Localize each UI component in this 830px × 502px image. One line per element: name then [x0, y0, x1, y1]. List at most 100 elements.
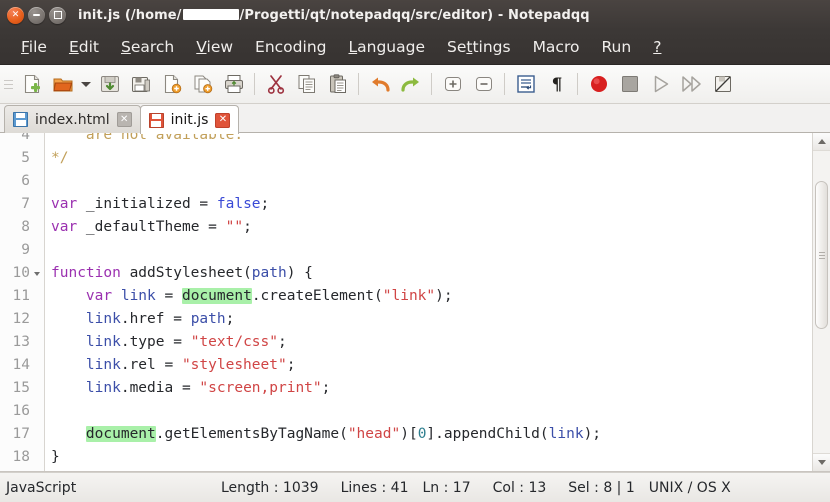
tab-close-button[interactable]: ✕ [116, 112, 132, 127]
line-number: 12 [12, 311, 30, 327]
tab-init-js[interactable]: init.js ✕ [139, 105, 240, 134]
tab-label: init.js [170, 112, 209, 128]
macro-play-button[interactable] [645, 69, 676, 99]
scrollbar-track[interactable] [813, 151, 830, 453]
save-macro-icon [714, 76, 731, 92]
record-circle-icon [590, 76, 607, 92]
code-line: link.type = "text/css"; [51, 334, 287, 350]
menu-encoding[interactable]: Encoding [244, 35, 337, 59]
chevron-down-icon [81, 81, 91, 87]
save-button[interactable] [94, 69, 125, 99]
tab-close-button[interactable]: ✕ [215, 112, 231, 128]
status-sel-label: Sel : [568, 479, 599, 496]
stop-square-icon [621, 76, 638, 92]
minimize-button[interactable] [28, 6, 45, 24]
redo-icon [400, 77, 419, 92]
status-ln-value: 17 [452, 479, 471, 496]
line-number: 7 [21, 196, 30, 212]
status-ln: Ln : 17 [422, 480, 470, 496]
new-file-button[interactable] [16, 69, 47, 99]
line-number: 17 [12, 426, 30, 442]
line-number-gutter: 4 5 6 7 8 9 10 11 12 13 14 15 16 17 18 1… [0, 133, 45, 471]
menu-run[interactable]: Run [590, 35, 642, 59]
status-sel-value: 8 | 1 [603, 479, 635, 496]
code-line: */ [51, 150, 69, 166]
macro-record-button[interactable] [583, 69, 614, 99]
menu-search[interactable]: Search [110, 35, 185, 59]
pilcrow-icon: ¶ [551, 75, 562, 95]
save-as-button[interactable] [156, 69, 187, 99]
toolbar-separator [504, 73, 505, 95]
maximize-button[interactable] [49, 6, 66, 24]
line-number: 10 [0, 262, 44, 285]
vertical-scrollbar[interactable] [812, 133, 830, 471]
zoom-out-button[interactable] [468, 69, 499, 99]
status-length: Length : 1039 [221, 480, 319, 496]
save-all-icon [131, 77, 150, 92]
main-toolbar: ¶ [0, 65, 830, 104]
save-all-button[interactable] [125, 69, 156, 99]
line-number: 18 [12, 449, 30, 465]
redo-button[interactable] [395, 69, 426, 99]
open-recent-dropdown[interactable] [78, 69, 94, 99]
close-button[interactable]: ✕ [7, 6, 24, 24]
status-lines: Lines : 41 [341, 480, 409, 496]
code-line: link.href = path; [51, 311, 235, 327]
menu-settings[interactable]: Settings [436, 35, 522, 59]
zoom-in-button[interactable] [437, 69, 468, 99]
code-line: function addStylesheet(path) { [51, 265, 313, 281]
line-number: 8 [21, 219, 30, 235]
show-whitespace-button[interactable]: ¶ [541, 69, 572, 99]
scroll-down-button[interactable] [813, 453, 830, 471]
undo-button[interactable] [364, 69, 395, 99]
menu-file[interactable]: File [10, 35, 58, 59]
status-eol[interactable]: UNIX / OS X [649, 480, 731, 496]
menu-view[interactable]: View [185, 35, 244, 59]
line-number: 16 [12, 403, 30, 419]
line-number: 13 [12, 334, 30, 350]
menu-edit[interactable]: Edit [58, 35, 110, 59]
search-match-highlight: document [85, 426, 156, 442]
save-copy-button[interactable] [187, 69, 218, 99]
status-bar: JavaScript Length : 1039 Lines : 41 Ln :… [0, 472, 830, 502]
menu-help[interactable]: ? [642, 35, 672, 59]
cut-button[interactable] [260, 69, 291, 99]
save-as-icon [164, 74, 181, 94]
maximize-icon [49, 7, 66, 24]
redacted-username [182, 8, 239, 20]
title-bar: ✕ init.js (/home/ /Progetti/qt/notepadqq/… [0, 0, 830, 30]
menu-macro[interactable]: Macro [522, 35, 591, 59]
status-language[interactable]: JavaScript [6, 480, 221, 496]
line-number: 15 [12, 380, 30, 396]
menu-bar: File Edit Search View Encoding Language … [0, 30, 830, 65]
toolbar-grip[interactable] [4, 73, 13, 95]
macro-stop-button[interactable] [614, 69, 645, 99]
macro-play-many-button[interactable] [676, 69, 707, 99]
macro-save-button[interactable] [707, 69, 738, 99]
print-icon [224, 75, 243, 93]
zoom-out-icon [475, 77, 492, 91]
code-editor[interactable]: 4 5 6 7 8 9 10 11 12 13 14 15 16 17 18 1… [0, 133, 812, 471]
word-wrap-icon [516, 75, 535, 93]
paste-button[interactable] [322, 69, 353, 99]
status-col-value: 13 [528, 479, 547, 496]
code-line: link.media = "screen,print"; [51, 380, 331, 396]
line-number: 9 [21, 242, 30, 258]
code-content[interactable]: are not available. */ var _initialized =… [45, 133, 812, 471]
open-file-button[interactable] [47, 69, 78, 99]
line-number: 14 [12, 357, 30, 373]
print-button[interactable] [218, 69, 249, 99]
tab-index-html[interactable]: index.html ✕ [4, 105, 141, 133]
fast-forward-icon [681, 76, 701, 92]
file-modified-icon [148, 112, 164, 128]
word-wrap-button[interactable] [510, 69, 541, 99]
code-line: document.getElementsByTagName("head")[0]… [85, 426, 602, 442]
scroll-up-button[interactable] [813, 133, 830, 151]
copy-button[interactable] [291, 69, 322, 99]
line-number: 6 [21, 173, 30, 189]
scrollbar-thumb[interactable] [815, 181, 828, 329]
open-folder-icon [52, 78, 72, 92]
fold-toggle-icon[interactable] [32, 262, 41, 285]
menu-language[interactable]: Language [337, 35, 436, 59]
toolbar-separator [431, 73, 432, 95]
